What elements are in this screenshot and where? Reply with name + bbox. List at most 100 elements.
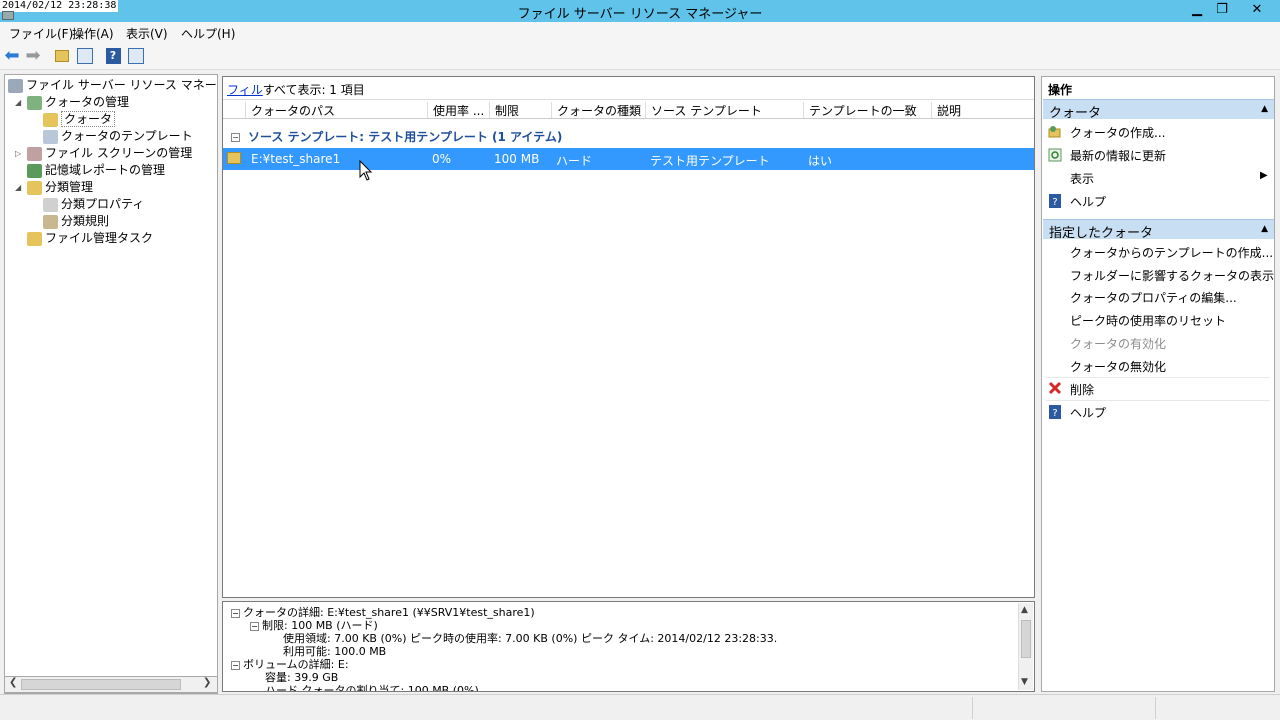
tree-item-quota-template[interactable]: クォータのテンプレート bbox=[43, 128, 193, 145]
collapse-caret-icon[interactable]: ▲ bbox=[1261, 104, 1268, 114]
cell-match: はい bbox=[808, 154, 833, 168]
cell-path: E:¥test_share1 bbox=[251, 152, 341, 166]
action-refresh[interactable]: 最新の情報に更新 bbox=[1070, 147, 1166, 164]
details-collapse-icon[interactable]: − bbox=[231, 608, 240, 618]
action-help[interactable]: ヘルプ bbox=[1070, 193, 1106, 210]
expand-icon[interactable]: ▷ bbox=[15, 145, 24, 162]
section-selected-quota[interactable]: 指定したクォータ ▲ bbox=[1043, 219, 1274, 241]
menu-action[interactable]: 操作(A) bbox=[72, 25, 114, 42]
help-toolbar-button[interactable]: ? bbox=[103, 46, 123, 66]
details-collapse-icon[interactable]: − bbox=[231, 660, 240, 670]
delete-icon bbox=[1048, 381, 1062, 395]
tree-item-quota-mgmt[interactable]: ◢ クォータの管理 bbox=[15, 94, 129, 111]
tree-item-storage-report[interactable]: 記憶域レポートの管理 bbox=[27, 162, 165, 179]
tree-item-file-tasks[interactable]: ファイル管理タスク bbox=[27, 230, 153, 247]
app-icon bbox=[2, 11, 14, 20]
show-action-pane-button[interactable] bbox=[126, 46, 146, 66]
show-hide-tree-button[interactable] bbox=[75, 46, 95, 66]
status-bar bbox=[0, 694, 1280, 720]
forward-arrow-icon: ➡ bbox=[25, 45, 41, 66]
scroll-thumb[interactable] bbox=[21, 679, 181, 690]
menu-bar: ファイル(F) 操作(A) 表示(V) ヘルプ(H) bbox=[0, 22, 1280, 42]
maximize-button[interactable]: ❐ bbox=[1210, 0, 1234, 19]
tree-item-class-rules[interactable]: 分類規則 bbox=[43, 213, 109, 230]
action-enable-quota: クォータの有効化 bbox=[1070, 337, 1167, 351]
col-quota-path[interactable]: クォータのパス bbox=[245, 102, 427, 118]
section-quota[interactable]: クォータ ▲ bbox=[1043, 99, 1274, 121]
help-icon: ? bbox=[1049, 194, 1061, 208]
svg-text:?: ? bbox=[1052, 197, 1057, 208]
scroll-thumb[interactable] bbox=[1021, 620, 1031, 658]
help-icon: ? bbox=[105, 48, 121, 64]
details-line: ハード クォータの割り当て: 100 MB (0%) bbox=[265, 684, 479, 692]
table-row[interactable]: E:¥test_share1 0% 100 MB ハード テスト用テンプレート … bbox=[223, 148, 1034, 170]
group-header[interactable]: − ソース テンプレート: テスト用テンプレート (1 アイテム) bbox=[231, 128, 562, 145]
col-quota-type[interactable]: クォータの種類 bbox=[551, 102, 645, 118]
status-divider bbox=[972, 697, 973, 719]
report-icon bbox=[27, 163, 42, 178]
cell-type: ハード bbox=[556, 154, 593, 168]
menu-view[interactable]: 表示(V) bbox=[126, 25, 168, 42]
scroll-up-icon[interactable]: ▲ bbox=[1021, 605, 1028, 615]
tree-item-classification[interactable]: ◢ 分類管理 bbox=[15, 179, 93, 196]
col-description[interactable]: 説明 bbox=[931, 102, 1031, 118]
quota-list-pane: フィルすべて表示: 1 項目 クォータのパス 使用率 ... 制限 クォータの種… bbox=[222, 76, 1035, 598]
quota-folder-icon bbox=[227, 152, 241, 164]
filter-link[interactable]: フィル bbox=[227, 83, 263, 97]
status-divider bbox=[1155, 697, 1156, 719]
task-icon bbox=[27, 231, 42, 246]
cell-template: テスト用テンプレート bbox=[650, 154, 770, 168]
action-create-quota[interactable]: クォータの作成... bbox=[1070, 124, 1165, 141]
quota-details-pane: − クォータの詳細: E:¥test_share1 (¥¥SRV1¥test_sh… bbox=[222, 601, 1035, 692]
tree-item-root[interactable]: ファイル サーバー リソース マネージャー (ロ- bbox=[8, 77, 217, 94]
group-collapse-icon[interactable]: − bbox=[231, 133, 240, 142]
menu-file[interactable]: ファイル(F) bbox=[9, 25, 73, 42]
tree-horizontal-scrollbar[interactable]: ❮ ❯ bbox=[4, 676, 218, 693]
action-edit-quota-properties[interactable]: クォータのプロパティの編集... bbox=[1070, 289, 1237, 306]
collapse-icon[interactable]: ◢ bbox=[15, 94, 24, 111]
scroll-down-icon[interactable]: ▼ bbox=[1021, 677, 1028, 687]
filter-bar: フィルすべて表示: 1 項目 bbox=[223, 77, 1034, 99]
collapse-caret-icon[interactable]: ▲ bbox=[1261, 224, 1268, 234]
rules-icon bbox=[43, 214, 58, 229]
server-icon bbox=[8, 78, 23, 93]
action-reset-peak-usage[interactable]: ピーク時の使用率のリセット bbox=[1070, 312, 1226, 329]
action-help-selected[interactable]: ヘルプ bbox=[1070, 404, 1106, 421]
column-headers: クォータのパス 使用率 ... 制限 クォータの種類 ソース テンプレート テン… bbox=[223, 99, 1034, 119]
collapse-icon[interactable]: ◢ bbox=[15, 179, 24, 196]
scroll-right-icon[interactable]: ❯ bbox=[203, 677, 211, 688]
cell-usage: 0% bbox=[432, 152, 452, 166]
template-icon bbox=[43, 129, 58, 144]
col-source-template[interactable]: ソース テンプレート bbox=[645, 102, 803, 118]
back-button[interactable]: ⬅ bbox=[2, 46, 22, 66]
timestamp-overlay: 2014/02/12 23:28:38 bbox=[0, 0, 119, 12]
tree-item-file-screen[interactable]: ▷ ファイル スクリーンの管理 bbox=[15, 145, 192, 162]
divider bbox=[1046, 377, 1270, 378]
forward-button[interactable]: ➡ bbox=[23, 46, 43, 66]
action-view[interactable]: 表示 bbox=[1070, 170, 1094, 187]
action-create-template-from-quota[interactable]: クォータからのテンプレートの作成... bbox=[1070, 244, 1273, 261]
window-title: ファイル サーバー リソース マネージャー bbox=[517, 7, 763, 22]
console-tree-icon bbox=[77, 48, 93, 64]
back-arrow-icon: ⬅ bbox=[4, 45, 20, 66]
col-limit[interactable]: 制限 bbox=[489, 102, 551, 118]
action-show-folder-quotas[interactable]: フォルダーに影響するクォータの表示 bbox=[1070, 267, 1274, 284]
action-delete[interactable]: 削除 bbox=[1070, 381, 1094, 398]
tree-item-quota[interactable]: クォータ bbox=[43, 111, 116, 128]
quota-mgmt-icon bbox=[27, 95, 42, 110]
minimize-button[interactable]: ▁ bbox=[1185, 0, 1209, 19]
mouse-cursor-icon bbox=[359, 160, 373, 181]
up-folder-button[interactable] bbox=[52, 46, 72, 66]
details-vertical-scrollbar[interactable]: ▲ ▼ bbox=[1018, 603, 1033, 690]
svg-text:?: ? bbox=[1052, 408, 1057, 419]
file-screen-icon bbox=[27, 146, 42, 161]
col-usage[interactable]: 使用率 ... bbox=[427, 102, 489, 118]
menu-help[interactable]: ヘルプ(H) bbox=[181, 25, 235, 42]
folder-up-icon bbox=[55, 50, 69, 62]
scroll-left-icon[interactable]: ❮ bbox=[9, 677, 17, 688]
col-template-match[interactable]: テンプレートの一致 bbox=[803, 102, 931, 118]
details-collapse-icon[interactable]: − bbox=[250, 621, 259, 631]
action-disable-quota[interactable]: クォータの無効化 bbox=[1070, 358, 1166, 375]
close-button[interactable]: ✕ bbox=[1235, 0, 1279, 19]
tree-item-class-props[interactable]: 分類プロパティ bbox=[43, 196, 144, 213]
